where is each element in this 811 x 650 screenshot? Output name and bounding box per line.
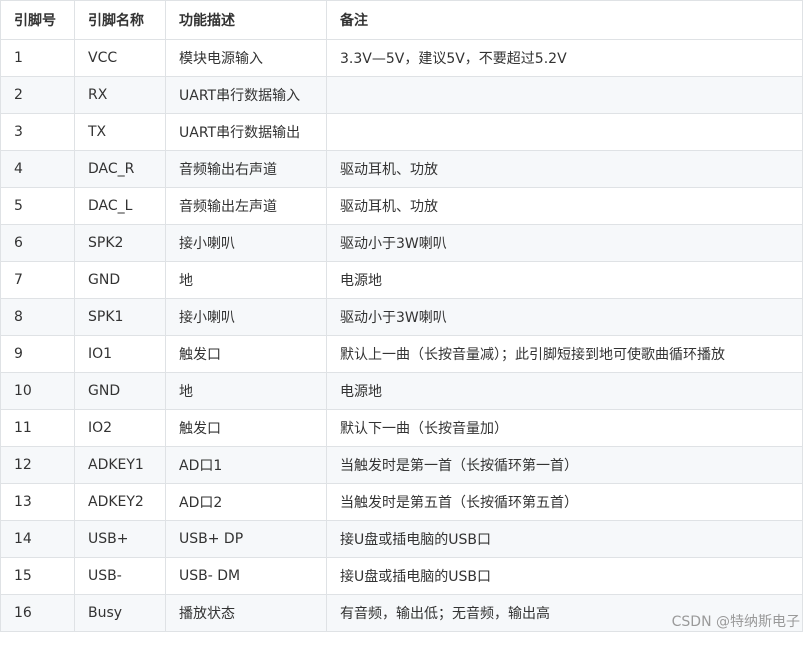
cell-remark: 默认上一曲（长按音量减）；此引脚短接到地可使歌曲循环播放 xyxy=(326,335,803,373)
header-pin-number: 引脚号 xyxy=(0,0,75,40)
cell-pin-name: ADKEY2 xyxy=(74,483,166,521)
cell-pin-name: IO1 xyxy=(74,335,166,373)
table-row: 2 RX UART串行数据输入 xyxy=(0,76,803,114)
cell-pin-number: 1 xyxy=(0,39,75,77)
cell-pin-number: 14 xyxy=(0,520,75,558)
cell-pin-number: 16 xyxy=(0,594,75,632)
cell-pin-name: SPK1 xyxy=(74,298,166,336)
cell-pin-number: 13 xyxy=(0,483,75,521)
cell-function: 触发口 xyxy=(165,409,327,447)
cell-remark: 电源地 xyxy=(326,372,803,410)
table-row: 5 DAC_L 音频输出左声道 驱动耳机、功放 xyxy=(0,187,803,225)
cell-pin-name: ADKEY1 xyxy=(74,446,166,484)
cell-pin-name: SPK2 xyxy=(74,224,166,262)
cell-remark: 驱动小于3W喇叭 xyxy=(326,298,803,336)
cell-remark: 当触发时是第一首（长按循环第一首） xyxy=(326,446,803,484)
cell-pin-name: GND xyxy=(74,261,166,299)
cell-pin-name: Busy xyxy=(74,594,166,632)
header-function: 功能描述 xyxy=(165,0,327,40)
table-row: 11 IO2 触发口 默认下一曲（长按音量加） xyxy=(0,409,803,447)
table-row: 12 ADKEY1 AD口1 当触发时是第一首（长按循环第一首） xyxy=(0,446,803,484)
cell-pin-number: 9 xyxy=(0,335,75,373)
cell-pin-number: 11 xyxy=(0,409,75,447)
header-pin-name: 引脚名称 xyxy=(74,0,166,40)
cell-function: 音频输出右声道 xyxy=(165,150,327,188)
cell-function: 接小喇叭 xyxy=(165,224,327,262)
cell-remark: 3.3V—5V，建议5V，不要超过5.2V xyxy=(326,39,803,77)
cell-pin-name: DAC_L xyxy=(74,187,166,225)
cell-remark xyxy=(326,76,803,114)
cell-pin-name: TX xyxy=(74,113,166,151)
cell-function: 地 xyxy=(165,372,327,410)
cell-remark: 当触发时是第五首（长按循环第五首） xyxy=(326,483,803,521)
cell-pin-name: USB- xyxy=(74,557,166,595)
cell-function: USB+ DP xyxy=(165,520,327,558)
cell-function: 模块电源输入 xyxy=(165,39,327,77)
table-row: 1 VCC 模块电源输入 3.3V—5V，建议5V，不要超过5.2V xyxy=(0,39,803,77)
csdn-watermark: CSDN @特纳斯电子 xyxy=(671,614,800,630)
cell-pin-number: 7 xyxy=(0,261,75,299)
cell-pin-number: 2 xyxy=(0,76,75,114)
cell-pin-number: 5 xyxy=(0,187,75,225)
cell-remark: 驱动耳机、功放 xyxy=(326,150,803,188)
cell-pin-name: USB+ xyxy=(74,520,166,558)
cell-remark: 接U盘或插电脑的USB口 xyxy=(326,557,803,595)
cell-function: 音频输出左声道 xyxy=(165,187,327,225)
table-body: 1 VCC 模块电源输入 3.3V—5V，建议5V，不要超过5.2V 2 RX UART串行… xyxy=(0,39,803,632)
cell-pin-name: VCC xyxy=(74,39,166,77)
cell-pin-name: IO2 xyxy=(74,409,166,447)
table-row: 7 GND 地电源地 xyxy=(0,261,803,299)
header-remark: 备注 xyxy=(326,0,803,40)
cell-remark xyxy=(326,113,803,151)
table-row: 10 GND 地电源地 xyxy=(0,372,803,410)
table-row: 3 TX UART串行数据输出 xyxy=(0,113,803,151)
table-row: 8 SPK1 接小喇叭 驱动小于3W喇叭 xyxy=(0,298,803,336)
cell-function: 地 xyxy=(165,261,327,299)
cell-remark: 接U盘或插电脑的USB口 xyxy=(326,520,803,558)
cell-function: 播放状态 xyxy=(165,594,327,632)
cell-pin-name: DAC_R xyxy=(74,150,166,188)
table-row: 13 ADKEY2 AD口2 当触发时是第五首（长按循环第五首） xyxy=(0,483,803,521)
cell-pin-number: 4 xyxy=(0,150,75,188)
cell-pin-number: 8 xyxy=(0,298,75,336)
table-row: 4 DAC_R 音频输出右声道 驱动耳机、功放 xyxy=(0,150,803,188)
table-header-row: 引脚号 引脚名称 功能描述 备注 xyxy=(0,0,803,40)
table-row: 9 IO1 触发口 默认上一曲（长按音量减）；此引脚短接到地可使歌曲循环播放 xyxy=(0,335,803,373)
cell-remark: 驱动小于3W喇叭 xyxy=(326,224,803,262)
cell-pin-name: GND xyxy=(74,372,166,410)
table-row: 6 SPK2 接小喇叭 驱动小于3W喇叭 xyxy=(0,224,803,262)
cell-remark: 驱动耳机、功放 xyxy=(326,187,803,225)
cell-pin-name: RX xyxy=(74,76,166,114)
table-row: 14 USB+ USB+ DP 接U盘或插电脑的USB口 xyxy=(0,520,803,558)
cell-pin-number: 12 xyxy=(0,446,75,484)
cell-pin-number: 15 xyxy=(0,557,75,595)
cell-pin-number: 10 xyxy=(0,372,75,410)
table-row: 15 USB- USB- DM 接U盘或插电脑的USB口 xyxy=(0,557,803,595)
cell-pin-number: 6 xyxy=(0,224,75,262)
cell-pin-number: 3 xyxy=(0,113,75,151)
cell-remark: 默认下一曲（长按音量加） xyxy=(326,409,803,447)
cell-function: UART串行数据输出 xyxy=(165,113,327,151)
cell-remark: 电源地 xyxy=(326,261,803,299)
cell-function: 接小喇叭 xyxy=(165,298,327,336)
cell-function: UART串行数据输入 xyxy=(165,76,327,114)
cell-function: AD口1 xyxy=(165,446,327,484)
pin-definition-table: 引脚号 引脚名称 功能描述 备注 1 VCC 模块电源输入 3.3V—5V，建议5V，… xyxy=(0,0,803,632)
cell-function: AD口2 xyxy=(165,483,327,521)
cell-function: USB- DM xyxy=(165,557,327,595)
cell-function: 触发口 xyxy=(165,335,327,373)
